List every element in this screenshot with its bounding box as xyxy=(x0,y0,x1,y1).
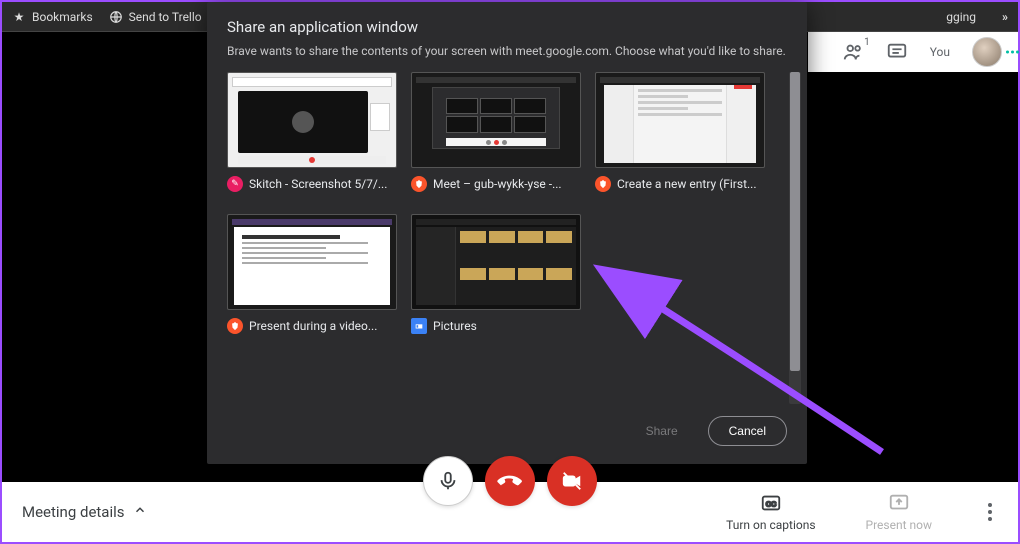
bookmark-overflow[interactable]: » xyxy=(1002,10,1008,24)
present-icon xyxy=(888,492,910,514)
meeting-details-button[interactable]: Meeting details xyxy=(22,503,147,521)
window-thumbnail xyxy=(595,72,765,168)
meet-topbar: 1 You xyxy=(808,32,1018,72)
people-count: 1 xyxy=(864,37,870,48)
bookmark-item-partial[interactable]: gging xyxy=(946,10,976,24)
captions-button[interactable]: CC Turn on captions xyxy=(726,492,815,532)
star-icon: ★ xyxy=(12,10,26,24)
brave-icon xyxy=(595,176,611,192)
camera-off-button[interactable] xyxy=(547,456,597,506)
captions-icon: CC xyxy=(760,492,782,514)
avatar[interactable] xyxy=(972,37,1002,67)
scrollbar-thumb[interactable] xyxy=(790,72,800,371)
globe-icon xyxy=(109,10,123,24)
center-controls xyxy=(423,456,597,506)
window-tile-present[interactable]: Present during a video... xyxy=(227,214,397,334)
window-label: Skitch - Screenshot 5/7/... xyxy=(249,177,387,191)
present-now-button[interactable]: Present now xyxy=(866,492,932,532)
brave-icon xyxy=(411,176,427,192)
window-tile-entry[interactable]: Create a new entry (First... xyxy=(595,72,765,192)
bookmark-label: Send to Trello xyxy=(129,10,202,24)
window-thumbnail xyxy=(227,72,397,168)
bookmark-item-trello[interactable]: Send to Trello xyxy=(109,10,202,24)
share-window-dialog: Share an application window Brave wants … xyxy=(207,2,807,464)
dialog-scrollbar[interactable] xyxy=(789,72,801,404)
dialog-title: Share an application window xyxy=(227,18,787,36)
share-button[interactable]: Share xyxy=(626,417,698,445)
you-indicator: You xyxy=(930,45,950,59)
window-thumbnail xyxy=(411,214,581,310)
bookmark-item-bookmarks[interactable]: ★ Bookmarks xyxy=(12,10,93,24)
window-tile-pictures[interactable]: Pictures xyxy=(411,214,581,334)
skitch-icon: ✎ xyxy=(227,176,243,192)
chat-icon[interactable] xyxy=(886,41,908,63)
more-options-button[interactable] xyxy=(982,497,998,527)
chevron-up-icon xyxy=(133,503,147,521)
window-label: Meet – gub-wykk-yse -... xyxy=(433,177,562,191)
window-thumbnail xyxy=(227,214,397,310)
mic-button[interactable] xyxy=(423,456,473,506)
brave-icon xyxy=(227,318,243,334)
window-tile-skitch[interactable]: ✎ Skitch - Screenshot 5/7/... xyxy=(227,72,397,192)
cancel-button[interactable]: Cancel xyxy=(708,416,787,446)
window-label: Pictures xyxy=(433,319,477,333)
people-icon[interactable]: 1 xyxy=(842,41,864,63)
window-tile-meet[interactable]: Meet – gub-wykk-yse -... xyxy=(411,72,581,192)
window-label: Present during a video... xyxy=(249,319,377,333)
dialog-footer: Share Cancel xyxy=(207,404,807,464)
window-label: Create a new entry (First... xyxy=(617,177,757,191)
meet-bottom-bar: Meeting details CC Turn on captions Pres… xyxy=(2,482,1018,542)
hangup-button[interactable] xyxy=(485,456,535,506)
dialog-body: ✎ Skitch - Screenshot 5/7/... xyxy=(227,72,787,394)
window-thumbnail xyxy=(411,72,581,168)
bookmark-label: Bookmarks xyxy=(32,10,93,24)
svg-text:CC: CC xyxy=(766,500,777,509)
dialog-subtitle: Brave wants to share the contents of you… xyxy=(227,44,787,58)
folder-icon xyxy=(411,318,427,334)
